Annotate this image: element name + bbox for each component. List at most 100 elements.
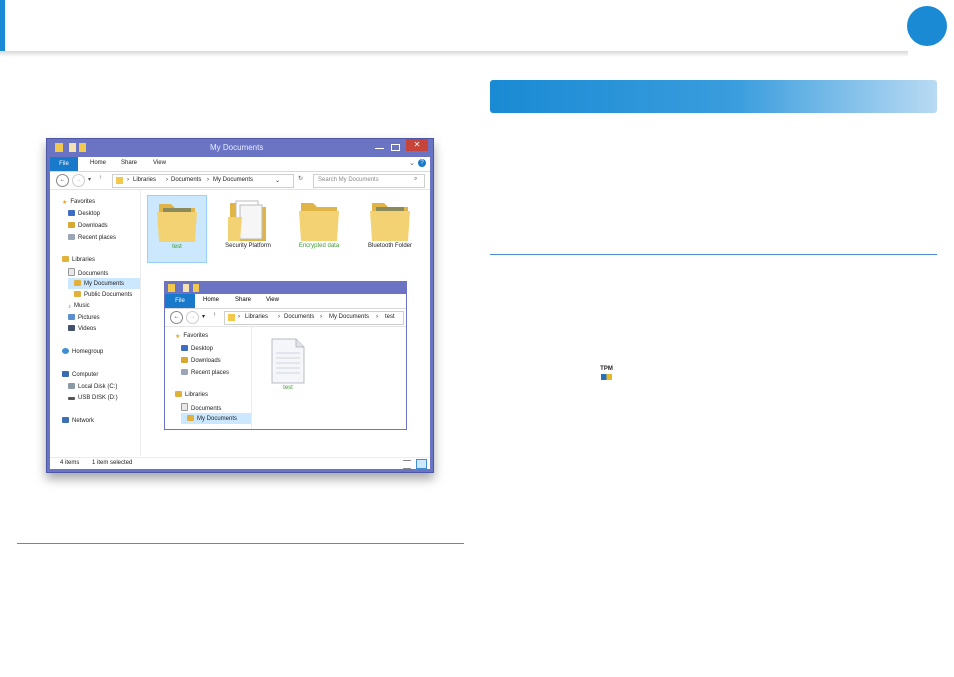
- folder-small-icon: [116, 177, 123, 184]
- header-accent-bar: [0, 0, 5, 52]
- nav-recent-places[interactable]: Recent places: [181, 369, 229, 376]
- folder-label: Encrypted data: [298, 243, 340, 249]
- tab-home[interactable]: Home: [203, 297, 219, 303]
- details-view-icon[interactable]: [403, 460, 411, 469]
- forward-button[interactable]: →: [72, 174, 85, 187]
- tpm-icon: TPM: [600, 366, 613, 381]
- address-dropdown-icon[interactable]: ⌄: [275, 177, 280, 184]
- folder-item-security-platform[interactable]: Security Platform: [218, 195, 278, 261]
- nav-pictures[interactable]: Pictures: [68, 314, 100, 321]
- nav-my-documents[interactable]: My Documents: [181, 413, 251, 424]
- qat-icon[interactable]: [183, 284, 189, 292]
- nav-desktop[interactable]: Desktop: [68, 210, 100, 217]
- breadcrumb-documents[interactable]: Documents: [171, 177, 201, 183]
- breadcrumb-libraries[interactable]: Libraries: [245, 314, 268, 320]
- folder-icon: [74, 291, 81, 297]
- navigation-pane: ★ Favorites Desktop Downloads Recent plac…: [50, 190, 141, 456]
- document-icon: [271, 338, 305, 384]
- status-item-count: 4 items: [60, 460, 80, 466]
- inner-ribbon-tabs: File Home Share View: [165, 294, 406, 309]
- videos-icon: [68, 325, 75, 331]
- breadcrumb-test[interactable]: test: [385, 314, 395, 320]
- tab-file[interactable]: File: [165, 294, 195, 308]
- nav-downloads[interactable]: Downloads: [181, 357, 221, 364]
- nav-documents[interactable]: Documents: [181, 403, 221, 412]
- nav-favorites[interactable]: ★ Favorites: [175, 333, 208, 340]
- nav-computer[interactable]: Computer: [62, 371, 98, 378]
- ribbon-tabs: File Home Share View ⌄ ?: [50, 157, 430, 172]
- nav-public-documents[interactable]: Public Documents: [74, 291, 132, 298]
- breadcrumb-my-documents[interactable]: My Documents: [329, 314, 369, 320]
- tab-share[interactable]: Share: [235, 297, 251, 303]
- header-divider: [0, 51, 908, 57]
- nav-documents[interactable]: Documents: [68, 268, 108, 277]
- search-icon[interactable]: ⌕: [414, 176, 417, 183]
- nav-recent-places[interactable]: Recent places: [68, 234, 116, 241]
- tab-share[interactable]: Share: [121, 160, 137, 166]
- maximize-button[interactable]: [391, 144, 400, 151]
- folder-label: Bluetooth Folder: [367, 243, 413, 249]
- usb-drive-icon: [68, 397, 75, 400]
- chevron-down-icon[interactable]: ⌄: [409, 159, 415, 167]
- documents-icon: [68, 268, 75, 276]
- address-bar[interactable]: › Libraries › Documents › My Documents ⌄: [112, 174, 294, 188]
- qat-folder-icon[interactable]: [79, 143, 86, 152]
- large-icons-view-icon[interactable]: [416, 459, 427, 469]
- qat-folder-icon[interactable]: [193, 284, 199, 292]
- folder-icon: [299, 203, 339, 241]
- homegroup-icon: [62, 348, 69, 354]
- chapter-badge: [907, 6, 947, 46]
- folder-item-encrypted-data[interactable]: Encrypted data: [289, 195, 349, 261]
- nav-libraries[interactable]: Libraries: [62, 256, 95, 263]
- status-bar: 4 items 1 item selected: [50, 457, 430, 470]
- close-button[interactable]: ✕: [406, 139, 428, 151]
- section-heading-bar: [490, 80, 937, 113]
- breadcrumb-documents[interactable]: Documents: [284, 314, 314, 320]
- inner-address-row: ← → ▾ ↑ › Libraries › Documents › My Doc…: [165, 309, 406, 327]
- nav-desktop[interactable]: Desktop: [181, 345, 213, 352]
- folder-icon: [187, 415, 194, 421]
- nav-local-disk[interactable]: Local Disk (C:): [68, 383, 117, 390]
- inner-address-bar[interactable]: › Libraries › Documents › My Documents ›…: [224, 311, 404, 325]
- nav-libraries[interactable]: Libraries: [175, 391, 208, 398]
- folder-small-icon: [55, 143, 63, 152]
- tab-view[interactable]: View: [266, 297, 279, 303]
- explorer-titlebar: My Documents ✕: [50, 139, 430, 157]
- nav-downloads[interactable]: Downloads: [68, 222, 108, 229]
- folder-item-bluetooth-folder[interactable]: Bluetooth Folder: [359, 195, 421, 261]
- nav-homegroup[interactable]: Homegroup: [62, 348, 103, 355]
- pictures-icon: [68, 314, 75, 320]
- recent-places-icon: [181, 369, 188, 375]
- folder-icon: [74, 280, 81, 286]
- folder-item-test[interactable]: test: [147, 195, 207, 263]
- nav-favorites[interactable]: ★ Favorites: [62, 199, 95, 206]
- tab-home[interactable]: Home: [90, 160, 106, 166]
- back-button[interactable]: ←: [170, 311, 183, 324]
- tab-file[interactable]: File: [50, 157, 78, 171]
- search-input[interactable]: Search My Documents ⌕: [313, 174, 425, 188]
- recent-dropdown-icon[interactable]: ▾: [202, 313, 205, 320]
- up-button[interactable]: ↑: [99, 175, 102, 181]
- disk-icon: [68, 383, 75, 389]
- desktop-icon: [181, 345, 188, 351]
- recent-dropdown-icon[interactable]: ▾: [88, 176, 91, 183]
- help-icon[interactable]: ?: [418, 159, 426, 167]
- nav-videos[interactable]: Videos: [68, 325, 96, 332]
- tab-view[interactable]: View: [153, 160, 166, 166]
- breadcrumb-my-documents[interactable]: My Documents: [213, 177, 253, 183]
- nav-network[interactable]: Network: [62, 417, 94, 424]
- up-button[interactable]: ↑: [213, 312, 216, 318]
- nav-usb-disk[interactable]: USB DISK (D:): [68, 395, 118, 401]
- back-button[interactable]: ←: [56, 174, 69, 187]
- nav-music[interactable]: ♪ Music: [68, 303, 90, 310]
- nav-my-documents[interactable]: My Documents: [68, 278, 140, 289]
- qat-icon[interactable]: [69, 143, 76, 152]
- refresh-icon[interactable]: ↻: [298, 175, 303, 182]
- folder-small-icon: [228, 314, 235, 321]
- forward-button[interactable]: →: [186, 311, 199, 324]
- breadcrumb-libraries[interactable]: Libraries: [133, 177, 156, 183]
- inner-explorer-window: File Home Share View ← → ▾ ↑ › Libraries…: [164, 281, 407, 430]
- status-selection: 1 item selected: [92, 460, 133, 466]
- minimize-button[interactable]: [375, 148, 384, 149]
- file-item-test[interactable]: test: [263, 337, 313, 397]
